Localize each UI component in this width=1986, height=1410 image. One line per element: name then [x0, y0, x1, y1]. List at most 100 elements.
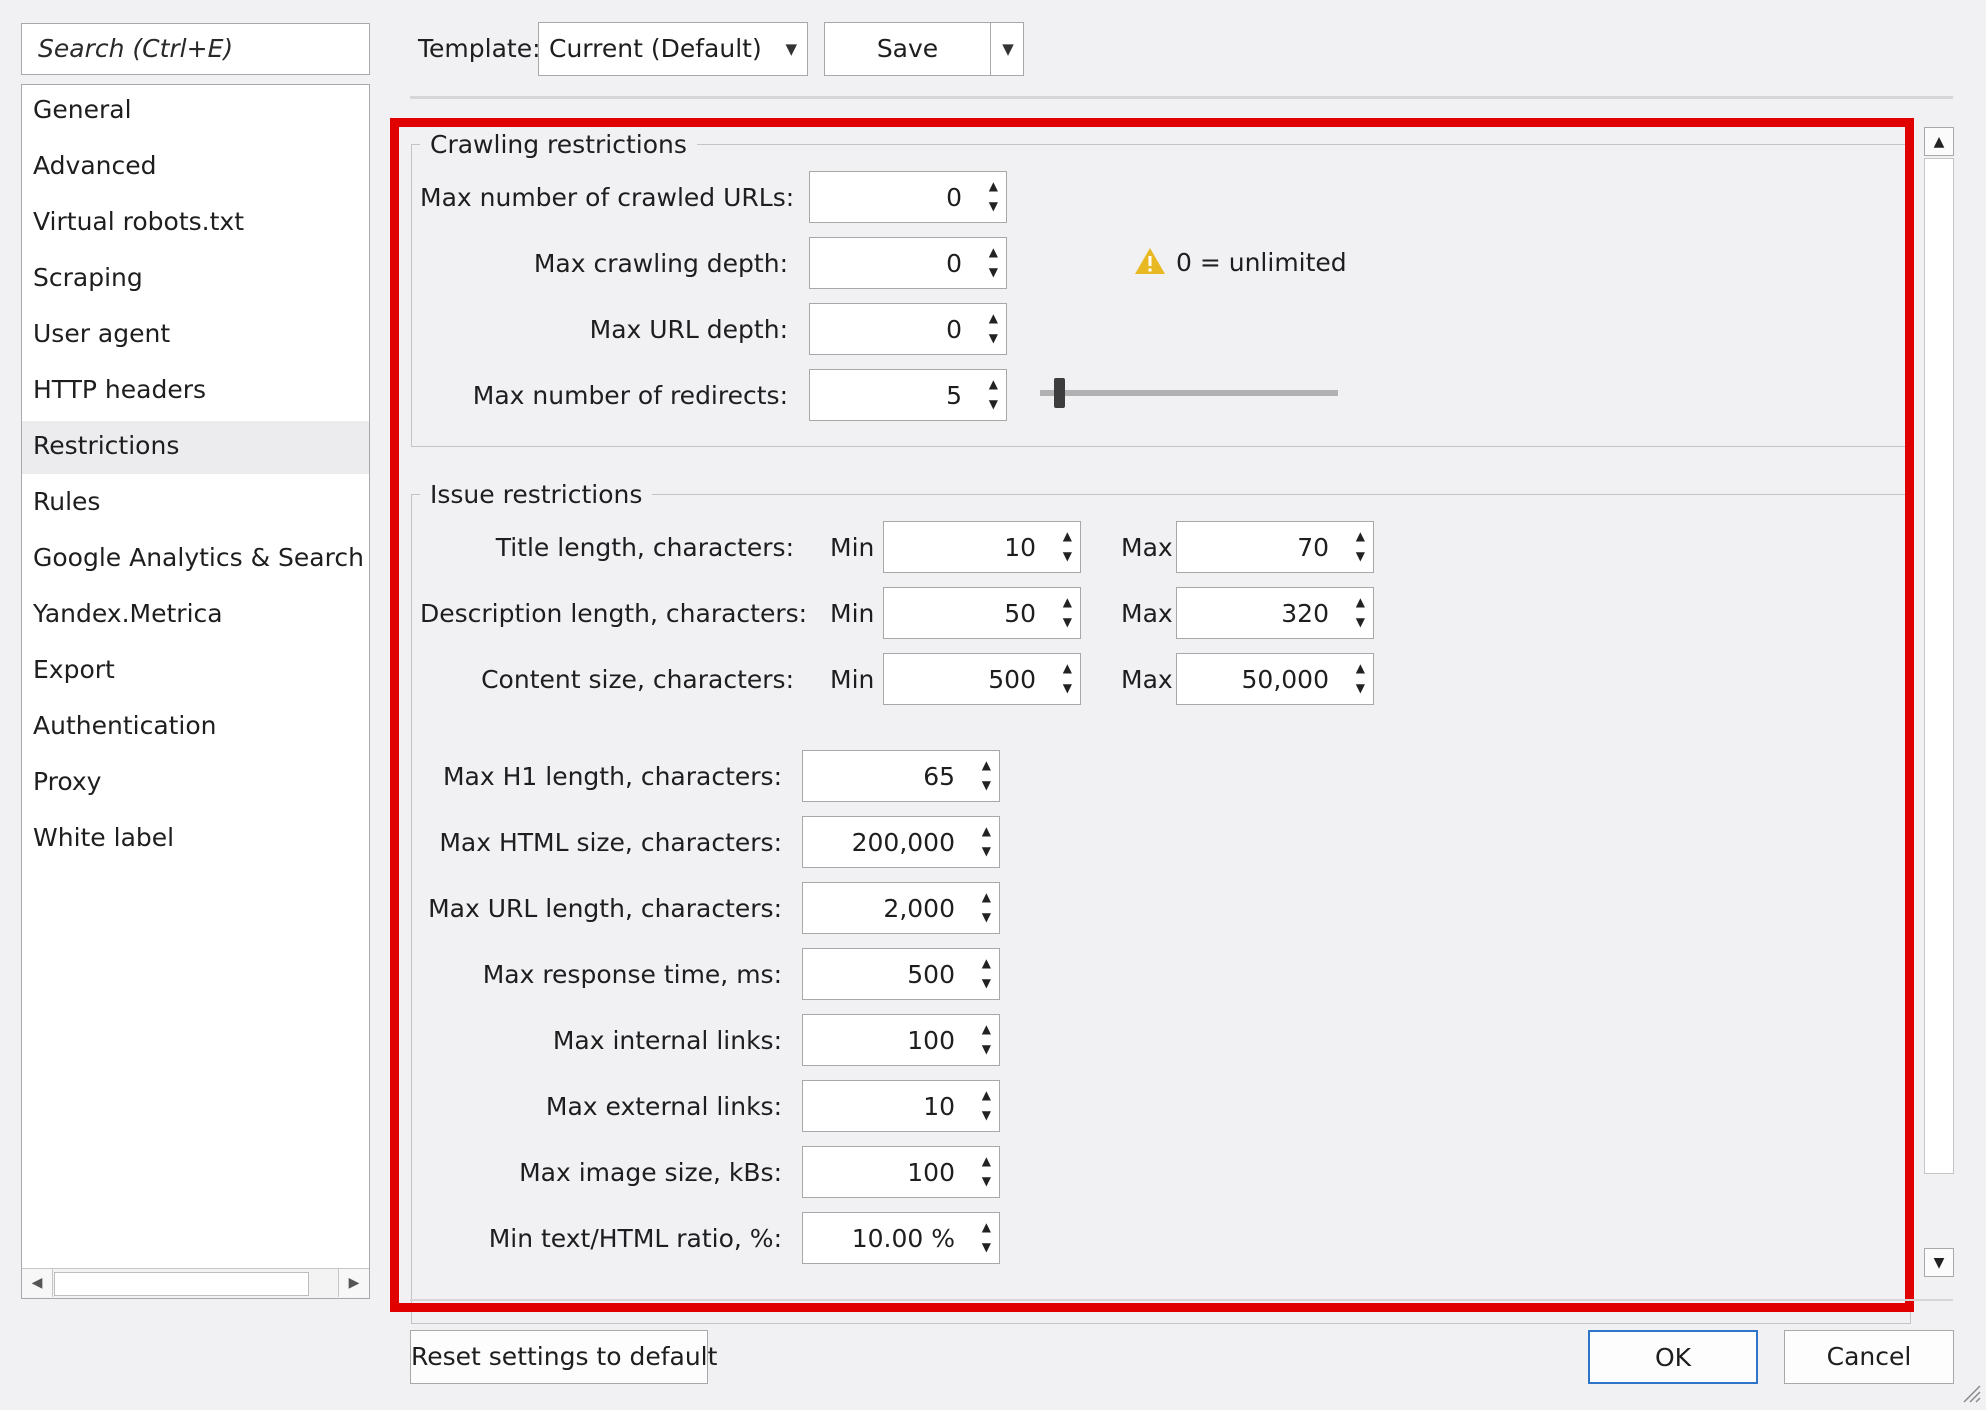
spin-up-icon[interactable]: ▲ [1356, 662, 1365, 674]
spin-down-icon[interactable]: ▼ [989, 332, 998, 344]
sidebar-item-general[interactable]: General [22, 85, 369, 138]
min-text-html-ratio-spinner[interactable]: 10.00 % ▲ ▼ [802, 1212, 1000, 1264]
save-dropdown-icon[interactable]: ▼ [990, 23, 1025, 75]
spin-up-icon[interactable]: ▲ [982, 825, 991, 837]
spin-up-icon[interactable]: ▲ [989, 180, 998, 192]
content-size-min-spinner[interactable]: 500 ▲ ▼ [883, 653, 1081, 705]
sidebar-item-advanced[interactable]: Advanced [22, 141, 369, 194]
spin-up-icon[interactable]: ▲ [982, 1023, 991, 1035]
spin-down-icon[interactable]: ▼ [989, 266, 998, 278]
ok-button[interactable]: OK [1588, 1330, 1758, 1384]
max-external-links-spinner[interactable]: 10 ▲ ▼ [802, 1080, 1000, 1132]
scroll-down-icon[interactable]: ▼ [1924, 1248, 1954, 1277]
spinner-value: 70 [1297, 533, 1329, 562]
max-url-length-spinner[interactable]: 2,000 ▲ ▼ [802, 882, 1000, 934]
max-internal-links-spinner[interactable]: 100 ▲ ▼ [802, 1014, 1000, 1066]
cancel-button[interactable]: Cancel [1784, 1330, 1954, 1384]
save-button[interactable]: Save ▼ [824, 22, 1024, 76]
spinner-value: 500 [988, 665, 1036, 694]
spin-up-icon[interactable]: ▲ [989, 312, 998, 324]
spin-up-icon[interactable]: ▲ [1063, 596, 1072, 608]
redirects-slider-thumb[interactable] [1054, 378, 1066, 408]
sidebar-item-proxy[interactable]: Proxy [22, 757, 369, 810]
content-size-max-spinner[interactable]: 50,000 ▲ ▼ [1176, 653, 1374, 705]
horizontal-scrollbar[interactable]: ◀ ▶ [22, 1268, 369, 1298]
scroll-up-icon[interactable]: ▲ [1924, 127, 1954, 156]
max-image-size-spinner[interactable]: 100 ▲ ▼ [802, 1146, 1000, 1198]
spin-down-icon[interactable]: ▼ [1356, 682, 1365, 694]
spin-down-icon[interactable]: ▼ [1063, 682, 1072, 694]
scroll-right-icon[interactable]: ▶ [338, 1269, 369, 1297]
spin-down-icon[interactable]: ▼ [982, 1175, 991, 1187]
spinner-value: 10 [923, 1092, 955, 1121]
spin-up-icon[interactable]: ▲ [982, 957, 991, 969]
spin-up-icon[interactable]: ▲ [1356, 596, 1365, 608]
spin-up-icon[interactable]: ▲ [982, 891, 991, 903]
spin-down-icon[interactable]: ▼ [982, 1043, 991, 1055]
template-select[interactable]: Current (Default) ▼ [538, 22, 808, 76]
spin-up-icon[interactable]: ▲ [1356, 530, 1365, 542]
divider [410, 1299, 1953, 1301]
spin-up-icon[interactable]: ▲ [982, 1221, 991, 1233]
sidebar-item-restrictions[interactable]: Restrictions [22, 421, 369, 474]
max-crawled-urls-spinner[interactable]: 0 ▲ ▼ [809, 171, 1007, 223]
max-external-links-label: Max external links: [545, 1092, 782, 1121]
spin-up-icon[interactable]: ▲ [989, 378, 998, 390]
scroll-thumb[interactable] [54, 1272, 309, 1296]
max-crawling-depth-label: Max crawling depth: [533, 249, 788, 278]
sidebar-item-http-headers[interactable]: HTTP headers [22, 365, 369, 418]
sidebar-item-scraping[interactable]: Scraping [22, 253, 369, 306]
spin-down-icon[interactable]: ▼ [982, 845, 991, 857]
spinner-value: 100 [907, 1026, 955, 1055]
spinner-value: 5 [946, 381, 962, 410]
spin-up-icon[interactable]: ▲ [982, 1155, 991, 1167]
settings-category-list[interactable]: General Advanced Virtual robots.txt Scra… [21, 84, 370, 1299]
sidebar-item-user-agent[interactable]: User agent [22, 309, 369, 362]
max-crawling-depth-spinner[interactable]: 0 ▲ ▼ [809, 237, 1007, 289]
sidebar-item-virtual-robots[interactable]: Virtual robots.txt [22, 197, 369, 250]
min-text-html-ratio-label: Min text/HTML ratio, %: [488, 1224, 782, 1253]
max-url-depth-spinner[interactable]: 0 ▲ ▼ [809, 303, 1007, 355]
spin-up-icon[interactable]: ▲ [1063, 530, 1072, 542]
spin-down-icon[interactable]: ▼ [1063, 550, 1072, 562]
spin-down-icon[interactable]: ▼ [1356, 616, 1365, 628]
reset-settings-button[interactable]: Reset settings to default [410, 1330, 717, 1384]
resize-grip-icon[interactable] [1958, 1380, 1982, 1404]
sidebar-item-google-analytics[interactable]: Google Analytics & Search Co [22, 533, 369, 586]
spin-up-icon[interactable]: ▲ [989, 246, 998, 258]
spin-down-icon[interactable]: ▼ [982, 779, 991, 791]
spin-down-icon[interactable]: ▼ [1063, 616, 1072, 628]
max-crawled-urls-label: Max number of crawled URLs: [420, 183, 795, 212]
title-length-max-spinner[interactable]: 70 ▲ ▼ [1176, 521, 1374, 573]
vertical-scroll-thumb[interactable] [1924, 158, 1954, 1174]
scroll-left-icon[interactable]: ◀ [22, 1269, 53, 1297]
sidebar-item-rules[interactable]: Rules [22, 477, 369, 530]
spin-down-icon[interactable]: ▼ [982, 977, 991, 989]
spin-down-icon[interactable]: ▼ [1356, 550, 1365, 562]
divider [410, 96, 1953, 99]
max-html-size-spinner[interactable]: 200,000 ▲ ▼ [802, 816, 1000, 868]
spin-down-icon[interactable]: ▼ [982, 1109, 991, 1121]
description-length-min-spinner[interactable]: 50 ▲ ▼ [883, 587, 1081, 639]
sidebar-item-yandex-metrica[interactable]: Yandex.Metrica [22, 589, 369, 642]
max-response-time-spinner[interactable]: 500 ▲ ▼ [802, 948, 1000, 1000]
max-label: Max [1121, 599, 1173, 628]
redirects-slider-track[interactable] [1040, 390, 1338, 396]
spin-down-icon[interactable]: ▼ [989, 398, 998, 410]
spin-down-icon[interactable]: ▼ [982, 1241, 991, 1253]
sidebar-item-export[interactable]: Export [22, 645, 369, 698]
spin-up-icon[interactable]: ▲ [1063, 662, 1072, 674]
spin-up-icon[interactable]: ▲ [982, 1089, 991, 1101]
spin-down-icon[interactable]: ▼ [989, 200, 998, 212]
description-length-max-spinner[interactable]: 320 ▲ ▼ [1176, 587, 1374, 639]
title-length-min-spinner[interactable]: 10 ▲ ▼ [883, 521, 1081, 573]
max-h1-length-spinner[interactable]: 65 ▲ ▼ [802, 750, 1000, 802]
max-redirects-spinner[interactable]: 5 ▲ ▼ [809, 369, 1007, 421]
spin-down-icon[interactable]: ▼ [982, 911, 991, 923]
spinner-value: 50 [1004, 599, 1036, 628]
spin-up-icon[interactable]: ▲ [982, 759, 991, 771]
sidebar-item-white-label[interactable]: White label [22, 813, 369, 866]
search-input[interactable]: Search (Ctrl+E) [21, 23, 370, 75]
spinner-value: 0 [946, 249, 962, 278]
sidebar-item-authentication[interactable]: Authentication [22, 701, 369, 754]
